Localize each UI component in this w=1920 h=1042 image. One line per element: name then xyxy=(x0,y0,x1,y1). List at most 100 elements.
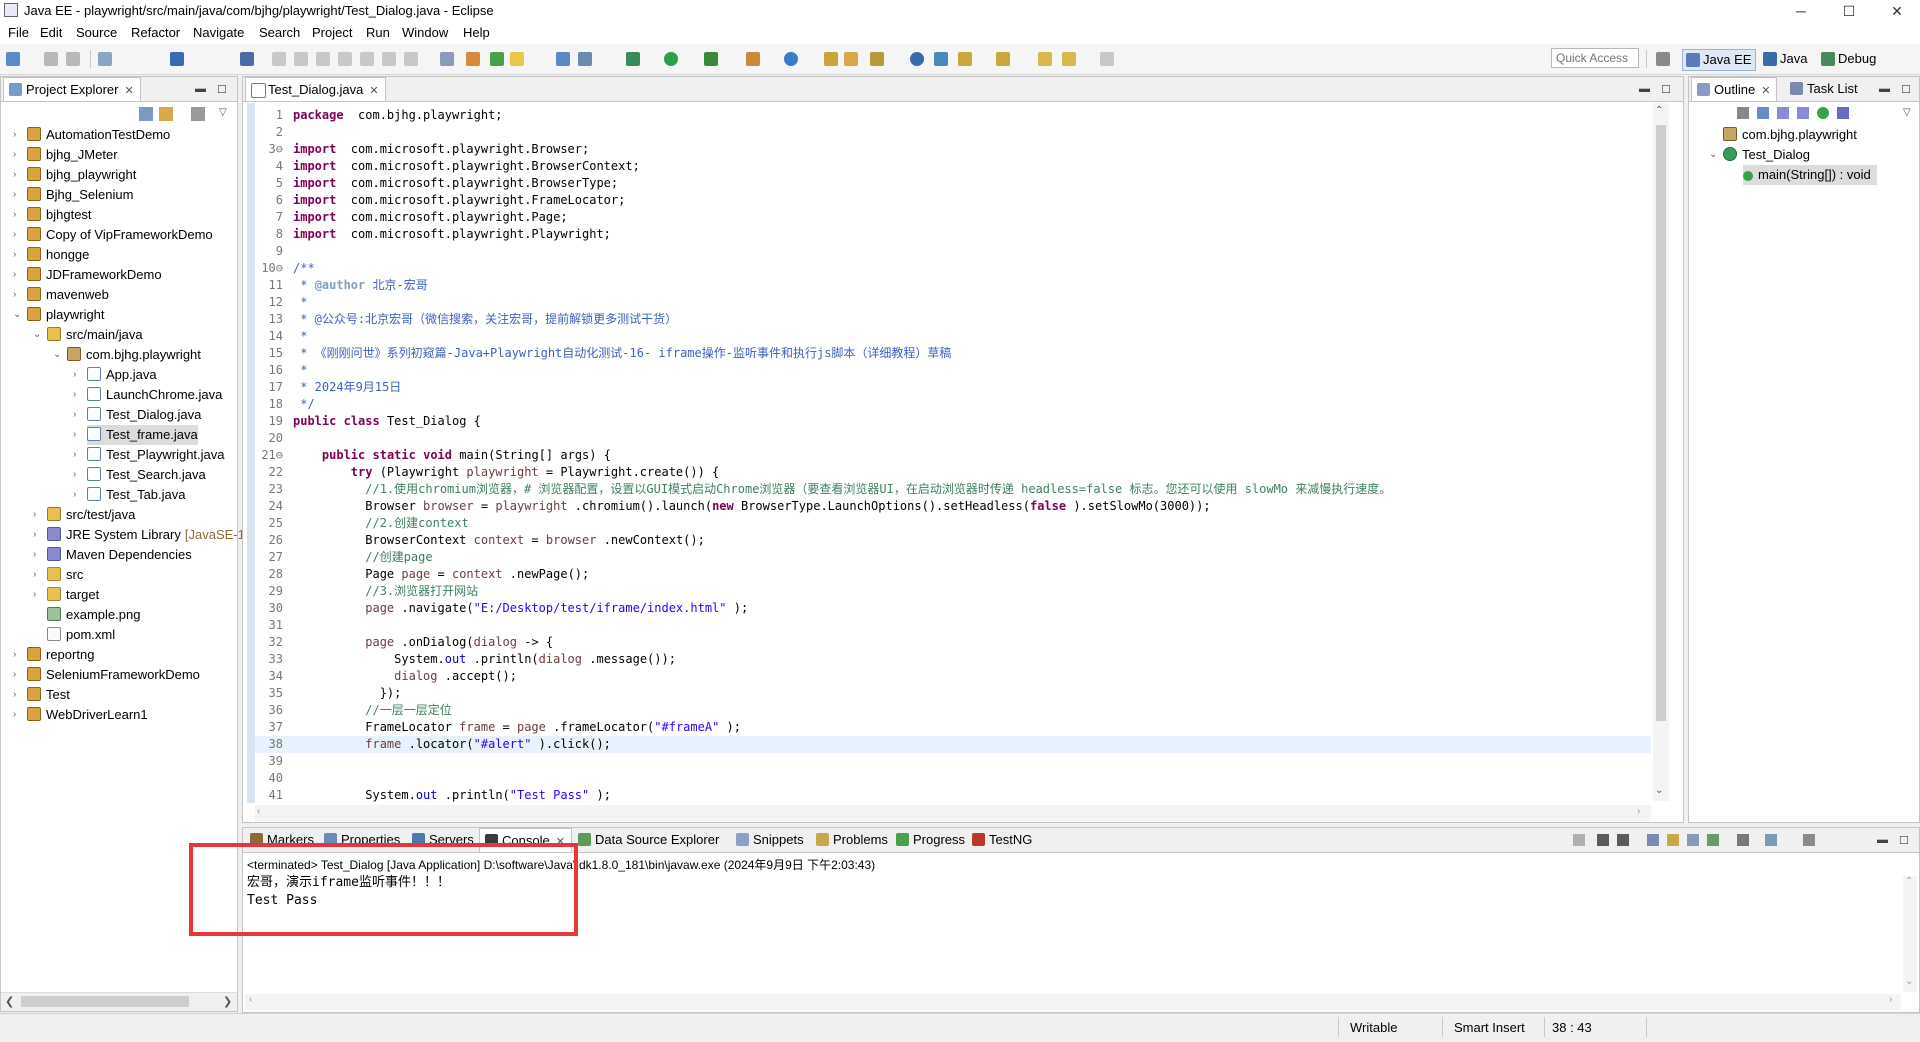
drop-to-frame-icon[interactable] xyxy=(440,52,454,66)
view-menu-icon[interactable] xyxy=(191,107,205,121)
expand-arrow-icon[interactable]: ⌄ xyxy=(1709,145,1717,165)
collapsed-arrow-icon[interactable]: › xyxy=(13,205,16,225)
collapsed-arrow-icon[interactable]: › xyxy=(33,585,36,605)
scroll-lock-icon[interactable] xyxy=(1667,834,1679,846)
expanded-arrow-icon[interactable]: ⌄ xyxy=(53,345,61,365)
perspective-debug[interactable]: Debug xyxy=(1818,49,1880,69)
collapsed-arrow-icon[interactable]: › xyxy=(13,285,16,305)
print-icon[interactable] xyxy=(98,52,112,66)
scroll-down-icon[interactable]: ⌄ xyxy=(1905,976,1913,987)
tree-item-reportng[interactable]: › reportng xyxy=(13,645,94,665)
code-line[interactable]: 36 //一层一层定位 xyxy=(255,702,1651,719)
scrollbar-thumb[interactable] xyxy=(1656,125,1666,721)
suspend-icon[interactable] xyxy=(294,52,308,66)
new-package-icon[interactable] xyxy=(824,52,838,66)
code-line[interactable]: 26 BrowserContext context = browser .new… xyxy=(255,532,1651,549)
tree-item-test-search-java[interactable]: › Test_Search.java xyxy=(73,465,206,485)
outline-item-class[interactable]: ⌄ Test_Dialog xyxy=(1709,145,1810,165)
scroll-left-icon[interactable]: ‹ xyxy=(249,994,252,1005)
tree-item-bjhg-playwright[interactable]: › bjhg_playwright xyxy=(13,165,136,185)
maximize-icon[interactable]: ☐ xyxy=(217,83,227,96)
tree-item-jre-system-library[interactable]: › JRE System Library [JavaSE-1. xyxy=(33,525,248,545)
terminate-icon[interactable] xyxy=(316,52,330,66)
maximize-icon[interactable]: ☐ xyxy=(1901,83,1911,96)
code-area[interactable]: 1 package com.bjhg.playwright; 2 3⊖ import c… xyxy=(255,103,1655,803)
chevron-down-icon[interactable]: ▽ xyxy=(1903,107,1911,118)
menu-source[interactable]: Source xyxy=(76,25,117,40)
collapsed-arrow-icon[interactable]: › xyxy=(73,405,76,425)
collapsed-arrow-icon[interactable]: › xyxy=(73,465,76,485)
skip-breakpoints-icon[interactable] xyxy=(240,52,254,66)
hide-nonpublic-icon[interactable] xyxy=(1797,107,1809,119)
hide-static-icon[interactable] xyxy=(1777,107,1789,119)
menu-refactor[interactable]: Refactor xyxy=(131,25,180,40)
debug-icon[interactable] xyxy=(626,52,640,66)
code-line[interactable]: 21⊖ public static void main(String[] arg… xyxy=(255,447,1651,464)
code-line[interactable]: 28 Page page = context .newPage(); xyxy=(255,566,1651,583)
code-line[interactable]: 19 public class Test_Dialog { xyxy=(255,413,1651,430)
collapsed-arrow-icon[interactable]: › xyxy=(13,145,16,165)
code-line[interactable]: 8 import com.microsoft.playwright.Playwri… xyxy=(255,226,1651,243)
minimize-button[interactable]: ─ xyxy=(1778,0,1824,22)
remove-all-icon[interactable] xyxy=(1617,834,1629,846)
vertical-scrollbar[interactable]: ⌃ ⌄ xyxy=(1903,876,1917,992)
use-step-filters-icon[interactable] xyxy=(466,52,480,66)
scroll-up-icon[interactable]: ⌃ xyxy=(1655,105,1663,116)
menu-navigate[interactable]: Navigate xyxy=(193,25,244,40)
code-line[interactable]: 34 dialog .accept(); xyxy=(255,668,1651,685)
collapsed-arrow-icon[interactable]: › xyxy=(73,365,76,385)
code-line[interactable]: 15 * 《刚刚问世》系列初窥篇-Java+Playwright自动化测试-16… xyxy=(255,345,1651,362)
sort-icon[interactable] xyxy=(1737,107,1749,119)
code-line[interactable]: 6 import com.microsoft.playwright.FrameLo… xyxy=(255,192,1651,209)
code-line[interactable]: 12 * xyxy=(255,294,1651,311)
scroll-left-icon[interactable]: ❮ xyxy=(5,995,14,1008)
collapsed-arrow-icon[interactable]: › xyxy=(33,525,36,545)
code-line[interactable]: 18 */ xyxy=(255,396,1651,413)
hide-fields-icon[interactable] xyxy=(1757,107,1769,119)
code-line[interactable]: 16 * xyxy=(255,362,1651,379)
code-line[interactable]: 41 System.out .println("Test Pass" ); xyxy=(255,787,1651,803)
close-icon[interactable]: ✕ xyxy=(1761,85,1770,97)
disconnect-icon[interactable] xyxy=(338,52,352,66)
show-console-icon[interactable] xyxy=(1707,834,1719,846)
pin-console-icon[interactable] xyxy=(1737,834,1749,846)
tree-item-target[interactable]: › target xyxy=(33,585,99,605)
mark-occurrences-icon[interactable] xyxy=(510,52,524,66)
horizontal-scrollbar[interactable]: ❮ ❯ xyxy=(1,992,237,1011)
tab-snippets[interactable]: Snippets xyxy=(731,828,810,852)
minimize-icon[interactable]: ▬ xyxy=(195,83,206,95)
collapsed-arrow-icon[interactable]: › xyxy=(73,425,76,445)
tree-item-app-java[interactable]: › App.java xyxy=(73,365,157,385)
code-line[interactable]: 9 xyxy=(255,243,1651,260)
code-line[interactable]: 24 Browser browser = playwright .chromiu… xyxy=(255,498,1651,515)
close-icon[interactable]: ✕ xyxy=(369,85,378,97)
code-line[interactable]: 17 * 2024年9月15日 xyxy=(255,379,1651,396)
collapsed-arrow-icon[interactable]: › xyxy=(33,545,36,565)
code-line[interactable]: 33 System.out .println(dialog .message()… xyxy=(255,651,1651,668)
tree-item-jdframeworkdemo[interactable]: › JDFrameworkDemo xyxy=(13,265,162,285)
block-select-icon[interactable] xyxy=(556,52,570,66)
vertical-scrollbar[interactable]: ⌃ ⌄ xyxy=(1653,103,1669,801)
menu-edit[interactable]: Edit xyxy=(40,25,62,40)
maximize-button[interactable]: ☐ xyxy=(1826,0,1872,22)
whitespace-icon[interactable] xyxy=(578,52,592,66)
open-console-icon[interactable] xyxy=(1803,834,1815,846)
display-console-icon[interactable] xyxy=(1765,834,1777,846)
tree-item-automationtestdemo[interactable]: › AutomationTestDemo xyxy=(13,125,170,145)
tree-item-pom-xml[interactable]: pom.xml xyxy=(47,625,115,645)
code-line[interactable]: 13 * @公众号:北京宏哥（微信搜索，关注宏哥，提前解锁更多测试干货） xyxy=(255,311,1651,328)
collapsed-arrow-icon[interactable]: › xyxy=(13,665,16,685)
expanded-arrow-icon[interactable]: ⌄ xyxy=(33,325,41,345)
scroll-right-icon[interactable]: › xyxy=(1637,806,1640,817)
tree-item-test-dialog-java[interactable]: › Test_Dialog.java xyxy=(73,405,201,425)
collapsed-arrow-icon[interactable]: › xyxy=(13,265,16,285)
search-icon[interactable] xyxy=(870,52,884,66)
code-line[interactable]: 3⊖ import com.microsoft.playwright.Browse… xyxy=(255,141,1651,158)
code-line[interactable]: 38 frame .locator("#alert" ).click(); xyxy=(255,736,1651,753)
code-line[interactable]: 39 xyxy=(255,753,1651,770)
quick-access-input[interactable] xyxy=(1551,48,1639,68)
scroll-right-icon[interactable]: ❯ xyxy=(223,995,232,1008)
code-line[interactable]: 14 * xyxy=(255,328,1651,345)
tree-item-test-frame-java[interactable]: › Test_frame.java xyxy=(73,425,198,445)
tab-testng[interactable]: TestNG xyxy=(967,828,1038,852)
